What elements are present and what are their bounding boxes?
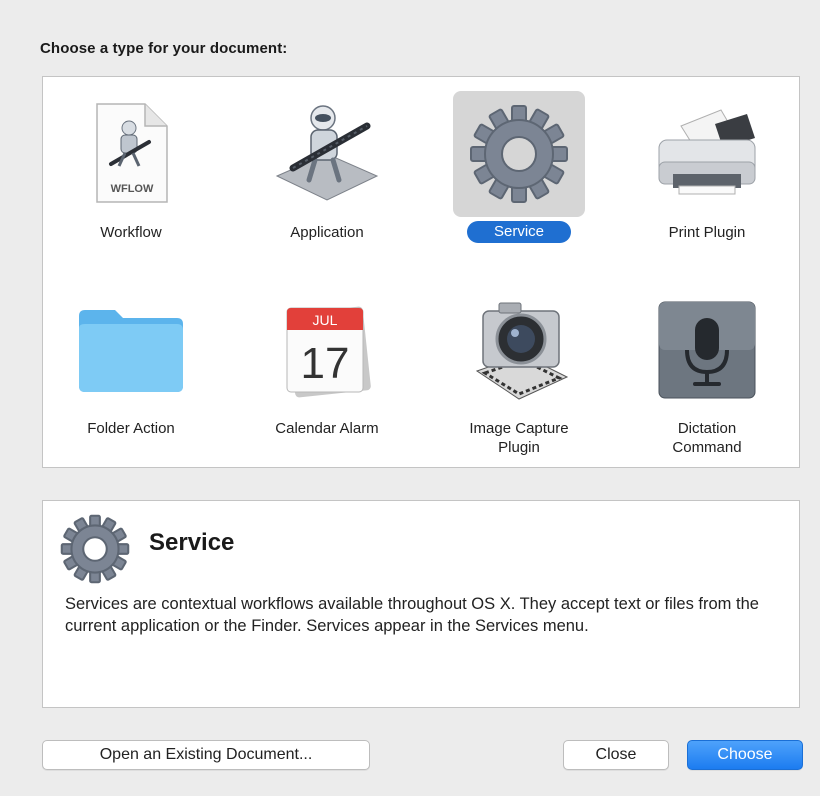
type-label: Dictation Command	[672, 420, 742, 456]
calendar-month-text: JUL	[313, 312, 338, 328]
choose-button[interactable]: Choose	[687, 740, 803, 770]
type-application[interactable]: Application	[247, 85, 407, 265]
document-type-grid: WFLOW Workflow Application Service Print…	[42, 76, 800, 468]
type-label: Service	[467, 221, 571, 243]
wflow-text: WFLOW	[111, 183, 154, 195]
open-existing-document-button[interactable]: Open an Existing Document...	[42, 740, 370, 770]
type-workflow[interactable]: WFLOW Workflow	[51, 85, 211, 265]
folder-icon	[65, 287, 197, 413]
workflow-file-icon: WFLOW	[65, 91, 197, 217]
description-panel: Service Services are contextual workflow…	[42, 500, 800, 708]
type-folder-action[interactable]: Folder Action	[51, 281, 211, 461]
type-label: Workflow	[100, 224, 162, 241]
type-print-plugin[interactable]: Print Plugin	[627, 85, 787, 265]
type-label: Print Plugin	[668, 224, 746, 241]
calendar-day-text: 17	[301, 339, 350, 388]
type-label: Image Capture Plugin	[469, 420, 569, 456]
gear-icon	[59, 513, 131, 585]
calendar-icon: JUL 17	[261, 287, 393, 413]
close-button[interactable]: Close	[563, 740, 669, 770]
type-dictation-command[interactable]: Dictation Command	[627, 281, 787, 461]
type-label: Application	[290, 224, 364, 241]
description-text: Services are contextual workflows availa…	[65, 595, 759, 635]
type-calendar-alarm[interactable]: JUL 17 Calendar Alarm	[247, 281, 407, 461]
gear-icon	[453, 91, 585, 217]
type-image-capture-plugin[interactable]: Image Capture Plugin	[439, 281, 599, 461]
type-service[interactable]: Service	[439, 85, 599, 265]
type-label: Folder Action	[87, 420, 175, 437]
microphone-icon	[641, 287, 773, 413]
printer-icon	[641, 91, 773, 217]
automator-robot-icon	[261, 91, 393, 217]
description-title: Service	[149, 529, 235, 556]
camera-icon	[453, 287, 585, 413]
type-label: Calendar Alarm	[275, 420, 379, 437]
dialog-prompt: Choose a type for your document:	[40, 40, 288, 57]
